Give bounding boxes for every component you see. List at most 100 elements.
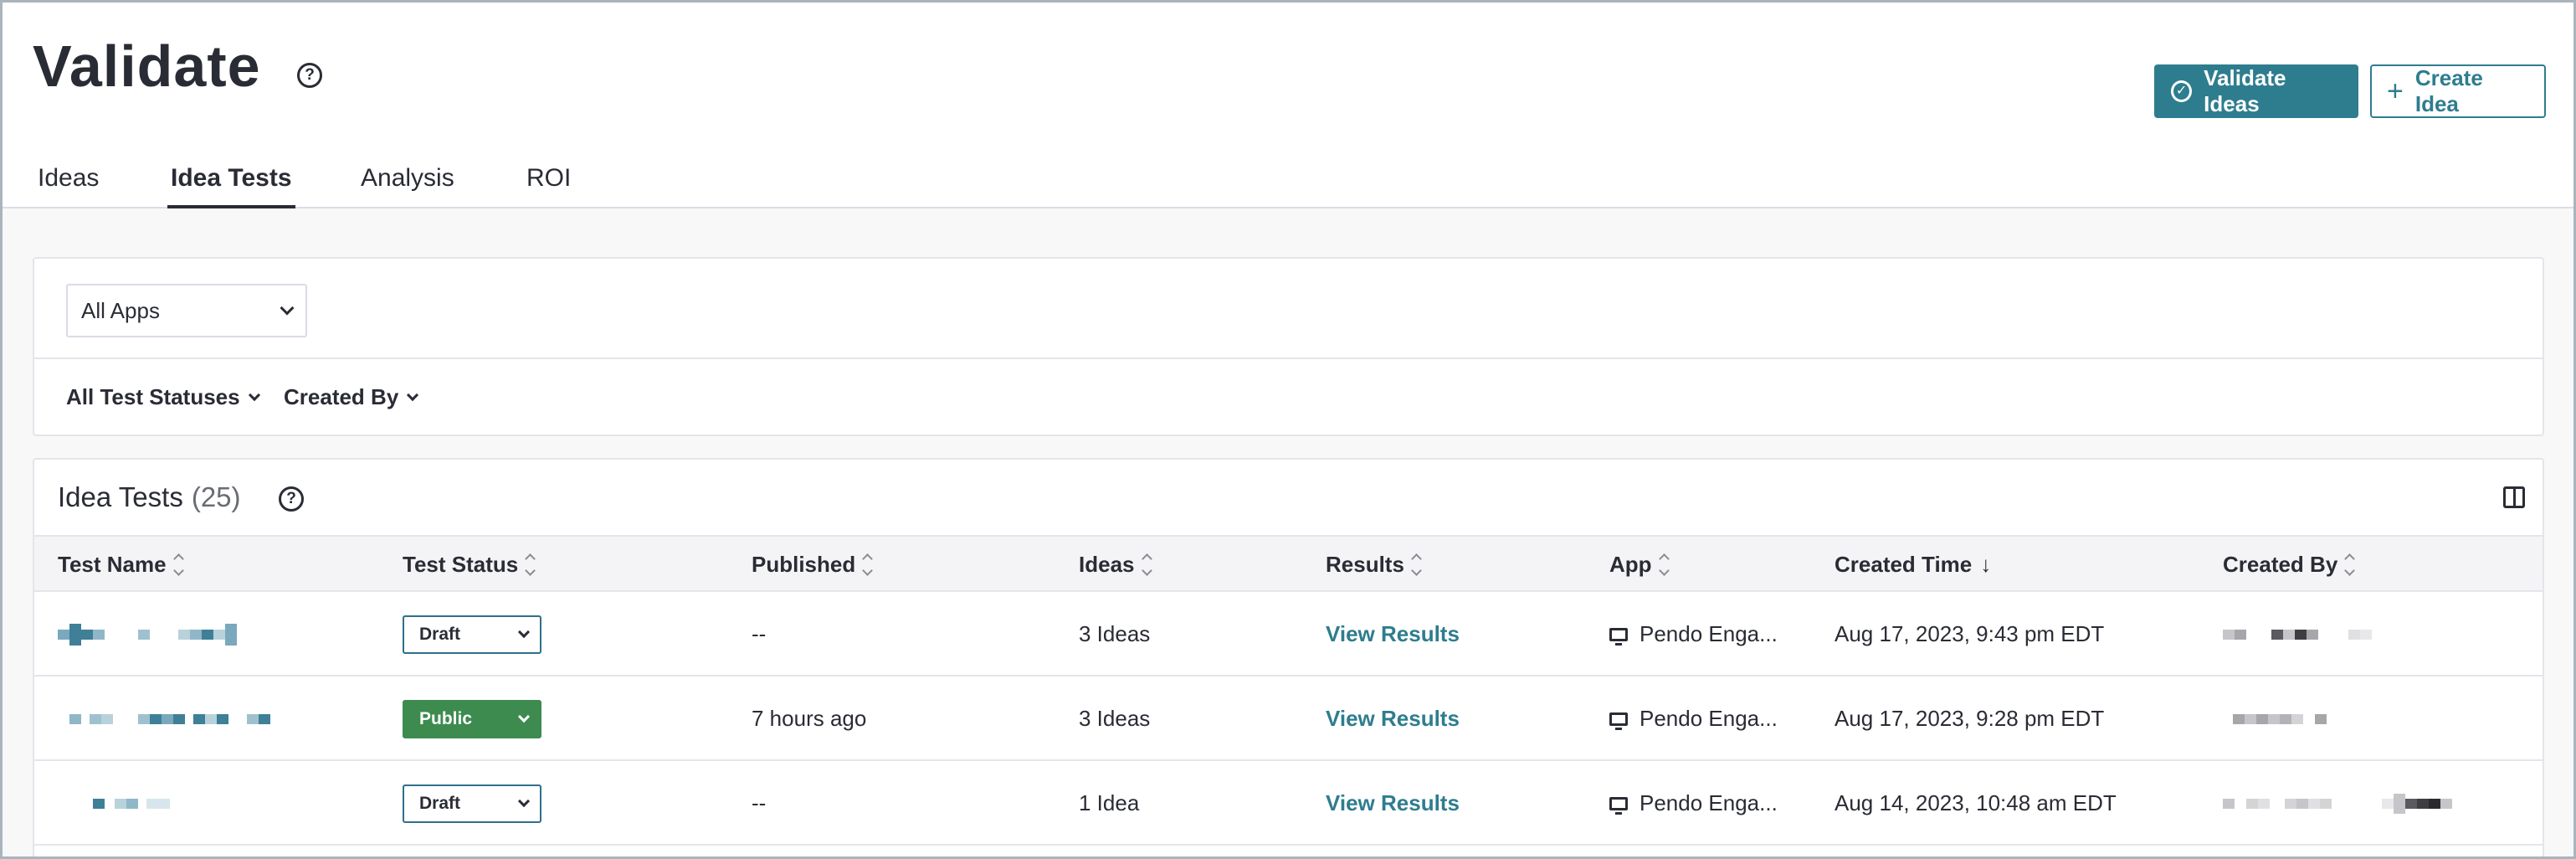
created-by-filter-label: Created By	[284, 384, 399, 409]
monitor-icon	[1609, 627, 1628, 646]
sort-icon	[862, 553, 874, 576]
column-header-test-name[interactable]: Test Name	[58, 552, 184, 578]
validate-ideas-button[interactable]: ✓ Validate Ideas	[2154, 64, 2358, 118]
test-status-cell: Draft	[403, 761, 541, 846]
test-status-cell: Draft	[403, 592, 541, 676]
redacted-test-name	[58, 623, 237, 646]
column-header-label: Test Status	[403, 552, 519, 577]
divider	[34, 357, 2543, 359]
created-by-cell	[2223, 676, 2327, 761]
columns-toggle-icon[interactable]	[2503, 486, 2525, 508]
column-header-label: Created By	[2223, 552, 2338, 577]
tab-ideas[interactable]: Ideas	[38, 162, 99, 208]
ideas-cell: 3 Ideas	[1079, 621, 1151, 646]
table-count: (25)	[191, 481, 241, 512]
app-name: Pendo Enga...	[1640, 621, 1778, 646]
column-header-label: App	[1609, 552, 1652, 577]
column-header-label: Ideas	[1079, 552, 1135, 577]
sort-icon	[1411, 553, 1422, 576]
table-header: Test Name Test Status Published Ideas Re…	[34, 535, 2543, 592]
app-window: Validate ? ✓ Validate Ideas + Create Ide…	[0, 0, 2576, 859]
view-results-link[interactable]: View Results	[1326, 592, 1460, 676]
column-header-created-time[interactable]: Created Time ↓	[1835, 552, 1991, 578]
column-header-app[interactable]: App	[1609, 552, 1670, 578]
redacted-test-name	[58, 713, 270, 724]
redacted-test-name	[58, 798, 170, 809]
status-label: Public	[419, 708, 473, 728]
tab-analysis[interactable]: Analysis	[361, 162, 454, 208]
column-header-created-by[interactable]: Created By	[2223, 552, 2356, 578]
table-row[interactable]: Public 7 hours ago 3 Ideas View Results …	[34, 676, 2543, 761]
published-cell: --	[752, 621, 767, 646]
redacted-user-name	[2223, 713, 2327, 724]
test-name-cell[interactable]	[58, 761, 170, 846]
status-filter-dropdown[interactable]: All Test Statuses	[66, 384, 260, 410]
created-by-filter-dropdown[interactable]: Created By	[284, 384, 419, 410]
table-row[interactable]: Draft -- 1 Idea View Results Pendo Enga.…	[34, 761, 2543, 846]
status-filter-label: All Test Statuses	[66, 384, 240, 409]
create-idea-label: Create Idea	[2414, 65, 2483, 116]
column-header-test-status[interactable]: Test Status	[403, 552, 536, 578]
published-cell: 7 hours ago	[752, 706, 867, 731]
chevron-down-icon	[517, 710, 531, 723]
chevron-down-icon	[407, 388, 419, 401]
status-label: Draft	[419, 793, 461, 813]
column-header-results[interactable]: Results	[1326, 552, 1422, 578]
column-header-label: Created Time	[1835, 552, 1973, 577]
status-dropdown[interactable]: Draft	[403, 784, 541, 823]
chevron-down-icon	[517, 795, 531, 807]
app-name: Pendo Enga...	[1640, 706, 1778, 731]
help-icon[interactable]: ?	[297, 63, 322, 88]
ideas-cell: 3 Ideas	[1079, 706, 1151, 731]
sort-icon	[525, 553, 536, 576]
page-title: Validate	[33, 33, 261, 99]
sort-icon	[1141, 553, 1152, 576]
chevron-down-icon	[517, 625, 531, 638]
redacted-user-name	[2223, 793, 2452, 814]
column-header-published[interactable]: Published	[752, 552, 874, 578]
status-dropdown[interactable]: Draft	[403, 615, 541, 654]
page-header: Validate ? ✓ Validate Ideas + Create Ide…	[3, 3, 2573, 208]
monitor-icon	[1609, 712, 1628, 730]
chevron-down-icon	[280, 301, 295, 316]
sort-icon	[172, 553, 184, 576]
test-name-cell[interactable]	[58, 592, 237, 676]
monitor-icon	[1609, 796, 1628, 815]
created-time-cell: Aug 17, 2023, 9:28 pm EDT	[1835, 706, 2105, 731]
chevron-down-icon	[248, 388, 260, 401]
app-cell: Pendo Enga...	[1609, 676, 1778, 761]
ideas-cell: 1 Idea	[1079, 790, 1140, 815]
app-select-value: All Apps	[81, 297, 160, 323]
view-results-link[interactable]: View Results	[1326, 676, 1460, 761]
tab-bar: Ideas Idea Tests Analysis ROI	[3, 162, 2573, 208]
redacted-user-name	[2223, 629, 2372, 640]
tab-roi[interactable]: ROI	[526, 162, 571, 208]
plus-icon: +	[2387, 75, 2404, 107]
app-select[interactable]: All Apps	[66, 284, 307, 337]
test-status-cell: Public	[403, 676, 541, 761]
test-name-cell[interactable]	[58, 676, 270, 761]
help-icon[interactable]: ?	[279, 486, 304, 512]
filter-panel: All Apps All Test Statuses Created By	[33, 257, 2544, 436]
view-results-link[interactable]: View Results	[1326, 761, 1460, 846]
table-row[interactable]: Draft -- 3 Ideas View Results Pendo Enga…	[34, 592, 2543, 676]
sort-icon	[1658, 553, 1670, 576]
published-cell: --	[752, 790, 767, 815]
app-cell: Pendo Enga...	[1609, 592, 1778, 676]
column-header-label: Results	[1326, 552, 1404, 577]
table-title: Idea Tests (25)	[58, 481, 241, 513]
created-time-cell: Aug 17, 2023, 9:43 pm EDT	[1835, 621, 2105, 646]
arrow-down-icon: ↓	[1980, 552, 1992, 577]
column-header-ideas[interactable]: Ideas	[1079, 552, 1152, 578]
sort-icon	[2344, 553, 2356, 576]
check-circle-icon: ✓	[2171, 80, 2193, 102]
tab-idea-tests[interactable]: Idea Tests	[167, 162, 295, 208]
created-by-cell	[2223, 761, 2452, 846]
status-dropdown[interactable]: Public	[403, 699, 541, 738]
status-label: Draft	[419, 624, 461, 644]
column-header-label: Published	[752, 552, 856, 577]
app-name: Pendo Enga...	[1640, 790, 1778, 815]
create-idea-button[interactable]: + Create Idea	[2370, 64, 2546, 118]
validate-ideas-label: Validate Ideas	[2204, 65, 2286, 116]
created-time-cell: Aug 14, 2023, 10:48 am EDT	[1835, 790, 2117, 815]
